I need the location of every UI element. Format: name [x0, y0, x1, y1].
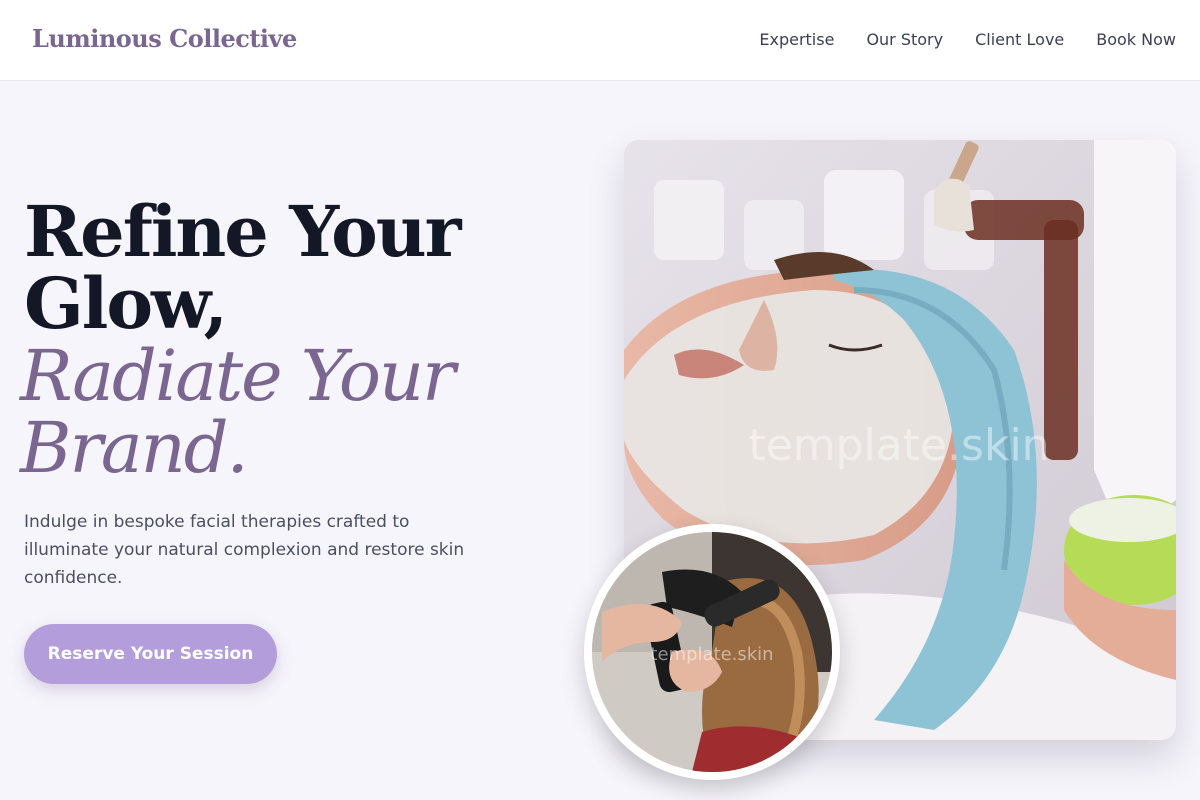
brand-logo[interactable]: Luminous Collective: [32, 24, 297, 53]
hero-title: Refine Your Glow, Radiate Your Brand.: [20, 190, 544, 485]
hair-styling-photo: template.skin: [584, 524, 840, 780]
reserve-session-button[interactable]: Reserve Your Session: [24, 624, 277, 684]
hero-title-accent-line-2: Brand.: [20, 407, 249, 489]
main-nav: Expertise Our Story Client Love Book Now: [759, 30, 1176, 49]
nav-link-our-story[interactable]: Our Story: [866, 30, 943, 49]
hair-styling-illustration: template.skin: [592, 532, 832, 772]
hero-title-line-1: Refine Your: [24, 190, 462, 273]
nav-link-book-now[interactable]: Book Now: [1096, 30, 1176, 49]
nav-link-expertise[interactable]: Expertise: [759, 30, 834, 49]
hero-title-accent-line-1: Radiate Your: [20, 335, 456, 417]
hero-title-line-2: Glow,: [24, 262, 228, 345]
main-photo-watermark: template.skin: [748, 420, 1049, 471]
nav-link-client-love[interactable]: Client Love: [975, 30, 1064, 49]
site-header: Luminous Collective Expertise Our Story …: [0, 0, 1200, 81]
round-photo-watermark: template.skin: [650, 644, 773, 665]
hero-description: Indulge in bespoke facial therapies craf…: [24, 512, 465, 588]
